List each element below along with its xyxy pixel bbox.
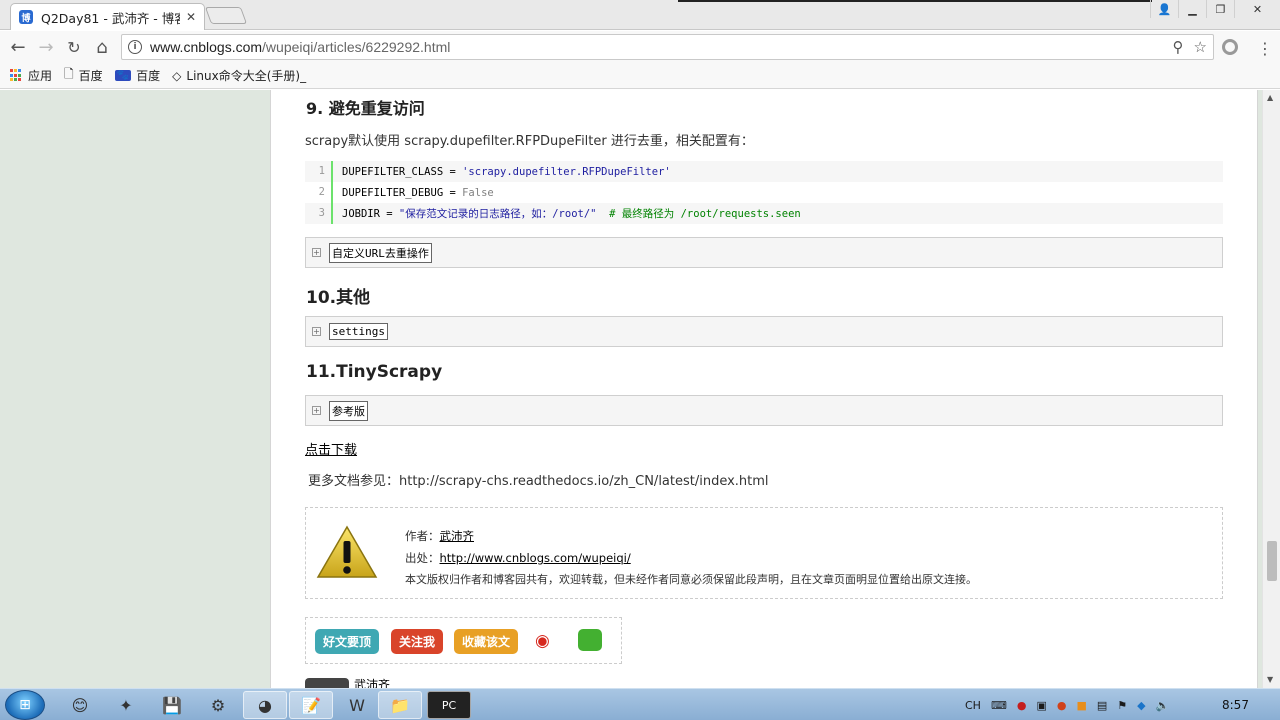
share-box: 好文要顶 关注我 收藏该文 ◉ bbox=[305, 617, 622, 664]
forward-button[interactable]: → bbox=[32, 33, 60, 61]
info-icon[interactable]: i bbox=[128, 40, 142, 54]
more-docs-text: 更多文档参见：http://scrapy-chs.readthedocs.io/… bbox=[308, 474, 769, 489]
new-tab-button[interactable] bbox=[204, 7, 248, 24]
expand-icon[interactable]: + bbox=[312, 248, 321, 257]
restore-button[interactable]: ❐ bbox=[1206, 0, 1234, 18]
collapse-url-dedupe[interactable]: + 自定义URL去重操作 bbox=[305, 237, 1223, 268]
bookmark-linux[interactable]: ◇ Linux命令大全(手册)_ bbox=[172, 67, 306, 84]
favorite-button[interactable]: 收藏该文 bbox=[454, 629, 518, 654]
expand-icon[interactable]: + bbox=[312, 406, 321, 415]
home-button[interactable]: ⌂ bbox=[88, 33, 116, 61]
apps-icon bbox=[10, 69, 23, 82]
code-block: 1 DUPEFILTER_CLASS = 'scrapy.dupefilter.… bbox=[305, 161, 1223, 224]
antivirus-icon[interactable]: ● bbox=[1017, 699, 1027, 712]
clock[interactable]: 8:57 bbox=[1222, 698, 1249, 712]
windows-taskbar: ⊞ 😊 ✦ 💾 ⚙ ◕ 📝 W 📁 PC CH ⌨ ● ▣ ● ■ ▤ ⚑ ◆ … bbox=[0, 688, 1280, 720]
collapse-label[interactable]: settings bbox=[329, 323, 388, 340]
title-bar: 博 Q2Day81 - 武沛齐 - 博客 ✕ 👤 ▁ ❐ ✕ bbox=[0, 0, 1280, 30]
collapse-label[interactable]: 参考版 bbox=[329, 400, 368, 421]
zoom-search-icon[interactable]: ⚲ bbox=[1173, 38, 1184, 56]
close-tab-icon[interactable]: ✕ bbox=[186, 10, 196, 24]
bookmarks-bar: 应用 🗋 百度 🐾 百度 ◇ Linux命令大全(手册)_ bbox=[0, 63, 1280, 89]
heading-9: 9. 避免重复访问 bbox=[306, 99, 425, 118]
address-bar[interactable]: i www.cnblogs.com/wupeiqi/articles/62292… bbox=[121, 34, 1214, 60]
download-link[interactable]: 点击下载 bbox=[305, 439, 357, 458]
code-line: 1 DUPEFILTER_CLASS = 'scrapy.dupefilter.… bbox=[305, 161, 1223, 182]
explorer-app-icon[interactable]: 📁 bbox=[378, 691, 422, 719]
source-line: 出处：http://www.cnblogs.com/wupeiqi/ bbox=[405, 551, 631, 565]
cnblogs-icon: 博 bbox=[19, 10, 33, 24]
bookmark-baidu-1[interactable]: 🗋 百度 bbox=[64, 65, 103, 86]
collapse-label[interactable]: 自定义URL去重操作 bbox=[329, 242, 432, 263]
collapse-reference[interactable]: + 参考版 bbox=[305, 395, 1223, 426]
word-app-icon[interactable]: W bbox=[337, 691, 377, 719]
wechat-icon[interactable] bbox=[578, 629, 602, 651]
notepad-app-icon[interactable]: 📝 bbox=[289, 691, 333, 719]
expand-icon[interactable]: + bbox=[312, 327, 321, 336]
scroll-up-icon[interactable]: ▲ bbox=[1267, 93, 1273, 102]
bookmark-apps[interactable]: 应用 bbox=[10, 67, 52, 84]
network-app-icon[interactable]: ✦ bbox=[106, 691, 146, 719]
input-method-icon[interactable]: ◆ bbox=[1137, 699, 1145, 712]
back-button[interactable]: ← bbox=[4, 33, 32, 61]
minimize-button[interactable]: ▁ bbox=[1178, 0, 1206, 18]
footer-author-link[interactable]: 武沛齐 bbox=[354, 676, 390, 688]
tray-app-icon[interactable]: ▣ bbox=[1036, 699, 1046, 712]
author-line: 作者：武沛齐 bbox=[405, 529, 475, 543]
extension-icon[interactable] bbox=[1222, 39, 1238, 55]
pycharm-app-icon[interactable]: PC bbox=[427, 691, 471, 719]
code-text: JOBDIR = "保存范文记录的日志路径，如：/root/" # 最终路径为 … bbox=[342, 208, 801, 220]
paw-icon: 🐾 bbox=[114, 70, 132, 81]
page-viewport: 9. 避免重复访问 scrapy默认使用 scrapy.dupefilter.R… bbox=[0, 90, 1280, 688]
source-link[interactable]: http://www.cnblogs.com/wupeiqi/ bbox=[440, 551, 631, 565]
follow-button[interactable]: 关注我 bbox=[391, 629, 443, 654]
url-text[interactable]: www.cnblogs.com/wupeiqi/articles/6229292… bbox=[150, 39, 1163, 55]
close-window-button[interactable]: ✕ bbox=[1234, 0, 1280, 18]
scroll-down-icon[interactable]: ▼ bbox=[1267, 675, 1273, 684]
start-button[interactable]: ⊞ bbox=[5, 690, 45, 720]
volume-icon[interactable]: 🔈 bbox=[1156, 699, 1170, 712]
copyright-box: 作者：武沛齐 出处：http://www.cnblogs.com/wupeiqi… bbox=[305, 507, 1223, 599]
bookmark-baidu-2[interactable]: 🐾 百度 bbox=[114, 67, 160, 84]
network-tray-icon[interactable]: ▤ bbox=[1097, 699, 1107, 712]
code-line: 3 JOBDIR = "保存范文记录的日志路径，如：/root/" # 最终路径… bbox=[305, 203, 1223, 224]
code-line: 2 DUPEFILTER_DEBUG = False bbox=[305, 182, 1223, 203]
browser-toolbar: ← → ↻ ⌂ i www.cnblogs.com/wupeiqi/articl… bbox=[0, 31, 1280, 63]
avatar[interactable] bbox=[305, 678, 349, 688]
article-body: 9. 避免重复访问 scrapy默认使用 scrapy.dupefilter.R… bbox=[270, 90, 1258, 688]
flag-icon[interactable]: ⚑ bbox=[1117, 699, 1127, 712]
code-text: DUPEFILTER_DEBUG = False bbox=[342, 186, 494, 199]
user-icon[interactable]: 👤 bbox=[1150, 0, 1178, 18]
tray-orange-icon[interactable]: ■ bbox=[1076, 699, 1086, 712]
tool-app-icon[interactable]: ⚙ bbox=[198, 691, 238, 719]
window-edge bbox=[678, 0, 1152, 2]
paragraph-dupefilter: scrapy默认使用 scrapy.dupefilter.RFPDupeFilt… bbox=[305, 134, 754, 149]
scrollbar-thumb[interactable] bbox=[1267, 541, 1277, 581]
warning-icon bbox=[316, 525, 378, 578]
collapse-settings[interactable]: + settings bbox=[305, 316, 1223, 347]
keyboard-icon[interactable]: ⌨ bbox=[991, 699, 1007, 712]
like-button[interactable]: 好文要顶 bbox=[315, 629, 379, 654]
weibo-icon[interactable]: ◉ bbox=[535, 631, 559, 651]
heading-11: 11.TinyScrapy bbox=[306, 362, 443, 382]
vertical-scrollbar[interactable]: ▲ ▼ bbox=[1262, 90, 1280, 688]
diamond-icon: ◇ bbox=[172, 68, 182, 83]
window-controls: 👤 ▁ ❐ ✕ bbox=[1150, 0, 1280, 18]
smiley-app-icon[interactable]: 😊 bbox=[60, 691, 100, 719]
author-link[interactable]: 武沛齐 bbox=[440, 529, 475, 543]
browser-tab[interactable]: 博 Q2Day81 - 武沛齐 - 博客 ✕ bbox=[10, 3, 205, 30]
page-icon: 🗋 bbox=[64, 67, 74, 81]
system-tray: CH ⌨ ● ▣ ● ■ ▤ ⚑ ◆ 🔈 bbox=[960, 689, 1174, 720]
code-text: DUPEFILTER_CLASS = 'scrapy.dupefilter.RF… bbox=[342, 165, 671, 178]
copyright-text: 本文版权归作者和博客园共有，欢迎转载，但未经作者同意必须保留此段声明，且在文章页… bbox=[405, 573, 977, 586]
tab-title: Q2Day81 - 武沛齐 - 博客 bbox=[41, 10, 180, 26]
chrome-app-icon[interactable]: ◕ bbox=[243, 691, 287, 719]
reload-button[interactable]: ↻ bbox=[60, 33, 88, 61]
menu-icon[interactable]: ⋮ bbox=[1257, 39, 1273, 58]
tray-red-icon[interactable]: ● bbox=[1057, 699, 1067, 712]
language-indicator[interactable]: CH bbox=[965, 699, 981, 712]
bookmark-star-icon[interactable]: ☆ bbox=[1194, 38, 1207, 56]
heading-10: 10.其他 bbox=[306, 288, 371, 308]
save-app-icon[interactable]: 💾 bbox=[152, 691, 192, 719]
